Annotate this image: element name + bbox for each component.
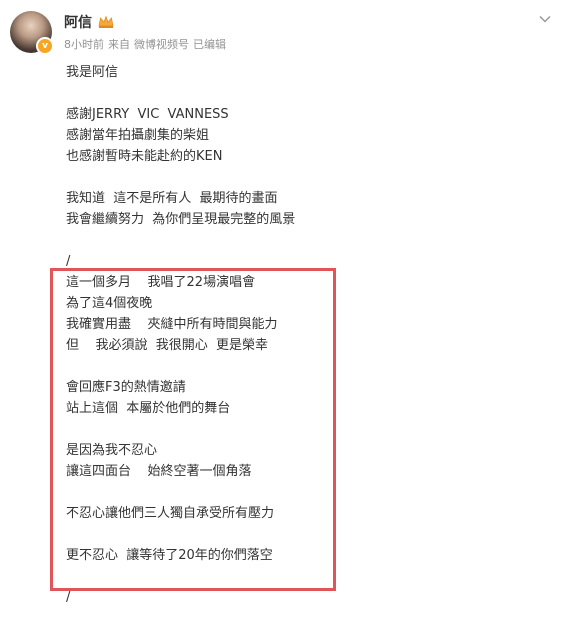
body-line: 我會繼續努力 為你們呈現最完整的風景 — [66, 212, 296, 227]
body-line: 讓這四面台 始終空著一個角落 — [66, 464, 252, 479]
body-line: 是因為我不忍心 — [66, 443, 158, 458]
body-line: 我是阿信 — [66, 65, 119, 80]
divider-slash: / — [66, 590, 71, 605]
post-time[interactable]: 8小时前 — [64, 36, 104, 52]
post-source[interactable]: 微博视频号 — [134, 36, 189, 52]
source-prefix: 来自 — [108, 38, 130, 51]
vip-crown-icon — [98, 15, 114, 28]
body-line: 我知道 這不是所有人 最期待的畫面 — [66, 191, 278, 206]
avatar[interactable]: v — [10, 11, 54, 55]
post-meta: 8小时前 来自 微博视频号 已编辑 — [64, 36, 226, 52]
chevron-down-icon[interactable] — [538, 12, 552, 26]
divider-slash: / — [66, 254, 71, 269]
verified-badge-icon: v — [36, 37, 54, 55]
username-row: 阿信 — [64, 12, 114, 32]
body-line: 這一個多月 我唱了22場演唱會 — [66, 275, 256, 290]
edited-label[interactable]: 已编辑 — [193, 36, 226, 52]
body-line: 不忍心讓他們三人獨自承受所有壓力 — [66, 506, 275, 521]
body-line: 感謝JERRY VIC VANNESS — [66, 107, 229, 122]
body-line: 但 我必須說 我很開心 更是榮幸 — [66, 338, 269, 353]
body-line: 我確實用盡 夾縫中所有時間與能力 — [66, 317, 278, 332]
body-line: 也感謝暫時未能赴約的KEN — [66, 149, 223, 164]
body-line: 為了這4個夜晚 — [66, 296, 153, 311]
body-line: 更不忍心 讓等待了20年的你們落空 — [66, 548, 273, 563]
body-line: 站上這個 本屬於他們的舞台 — [66, 401, 231, 416]
body-line: 會回應F3的熱情邀請 — [66, 380, 186, 395]
weibo-post: v 阿信 8小时前 来自 微博视频号 已编辑 我是阿信 感謝JERRY VIC … — [0, 0, 582, 626]
username[interactable]: 阿信 — [64, 12, 92, 32]
body-line: 感謝當年拍攝劇集的柴姐 — [66, 128, 210, 143]
post-body: 我是阿信 感謝JERRY VIC VANNESS 感謝當年拍攝劇集的柴姐 也感謝… — [66, 62, 546, 608]
